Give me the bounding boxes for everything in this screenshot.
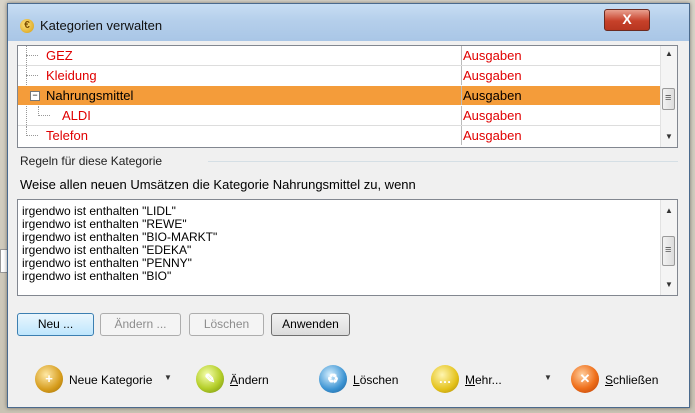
divider <box>208 161 678 162</box>
category-type: Ausgaben <box>463 108 522 123</box>
rules-group-label: Regeln für diese Kategorie <box>20 154 163 168</box>
scroll-up-arrow-icon[interactable]: ▲ <box>665 49 673 58</box>
edit-category-button[interactable]: ✎ Ändern <box>196 365 276 395</box>
euro-coin-icon: € <box>20 19 34 33</box>
delete-rule-button[interactable]: Löschen <box>189 313 264 336</box>
category-row[interactable]: ALDI Ausgaben <box>18 106 661 125</box>
delete-category-button[interactable]: ♻ Löschen <box>319 365 409 395</box>
category-name: ALDI <box>62 108 91 123</box>
category-name: Kleidung <box>46 68 97 83</box>
scroll-down-arrow-icon[interactable]: ▼ <box>665 132 673 141</box>
pencil-icon: ✎ <box>196 365 224 393</box>
category-type: Ausgaben <box>463 68 522 83</box>
chevron-down-icon[interactable]: ▼ <box>164 373 172 382</box>
new-category-button[interactable]: + Neue Kategorie ▼ <box>35 365 175 395</box>
title-bar[interactable]: € Kategorien verwalten X <box>8 4 689 41</box>
speech-bubble-icon: … <box>431 365 459 393</box>
close-dialog-button[interactable]: ✕ Schließen <box>571 365 681 395</box>
category-row[interactable]: Kleidung Ausgaben <box>18 66 661 85</box>
folder-plus-icon: + <box>35 365 63 393</box>
manage-categories-dialog: € Kategorien verwalten X GEZ Ausgaben Kl… <box>7 3 690 408</box>
close-window-button[interactable]: X <box>604 9 650 31</box>
new-rule-button[interactable]: Neu ... <box>17 313 94 336</box>
scroll-thumb[interactable] <box>662 88 675 110</box>
category-name: Telefon <box>46 128 88 143</box>
edit-rule-button[interactable]: Ändern ... <box>100 313 181 336</box>
category-name: GEZ <box>46 48 73 63</box>
category-row[interactable]: Telefon Ausgaben <box>18 126 661 145</box>
window-title: Kategorien verwalten <box>40 18 163 33</box>
category-row[interactable]: GEZ Ausgaben <box>18 46 661 65</box>
rule-item[interactable]: irgendwo ist enthalten "BIO" <box>22 270 171 283</box>
more-button[interactable]: … Mehr... ▼ <box>431 365 552 395</box>
chevron-down-icon[interactable]: ▼ <box>544 373 552 382</box>
scroll-down-arrow-icon[interactable]: ▼ <box>665 280 673 289</box>
scroll-up-arrow-icon[interactable]: ▲ <box>665 206 673 215</box>
category-type: Ausgaben <box>463 128 522 143</box>
category-type: Ausgaben <box>463 88 522 103</box>
red-x-icon: ✕ <box>571 365 599 393</box>
rules-list[interactable]: irgendwo ist enthalten "LIDL" irgendwo i… <box>17 199 678 296</box>
category-row-selected[interactable]: − Nahrungsmittel Ausgaben <box>18 86 661 105</box>
category-type: Ausgaben <box>463 48 522 63</box>
rules-list-scrollbar[interactable]: ▲ ▼ <box>660 200 677 295</box>
scroll-thumb[interactable] <box>662 236 675 266</box>
apply-rules-button[interactable]: Anwenden <box>271 313 350 336</box>
category-tree-list[interactable]: GEZ Ausgaben Kleidung Ausgaben − Nahrung… <box>17 45 678 148</box>
rules-prompt-text: Weise allen neuen Umsätzen die Kategorie… <box>20 177 416 192</box>
category-name: Nahrungsmittel <box>46 88 134 103</box>
category-list-scrollbar[interactable]: ▲ ▼ <box>660 46 677 147</box>
recycle-bin-icon: ♻ <box>319 365 347 393</box>
